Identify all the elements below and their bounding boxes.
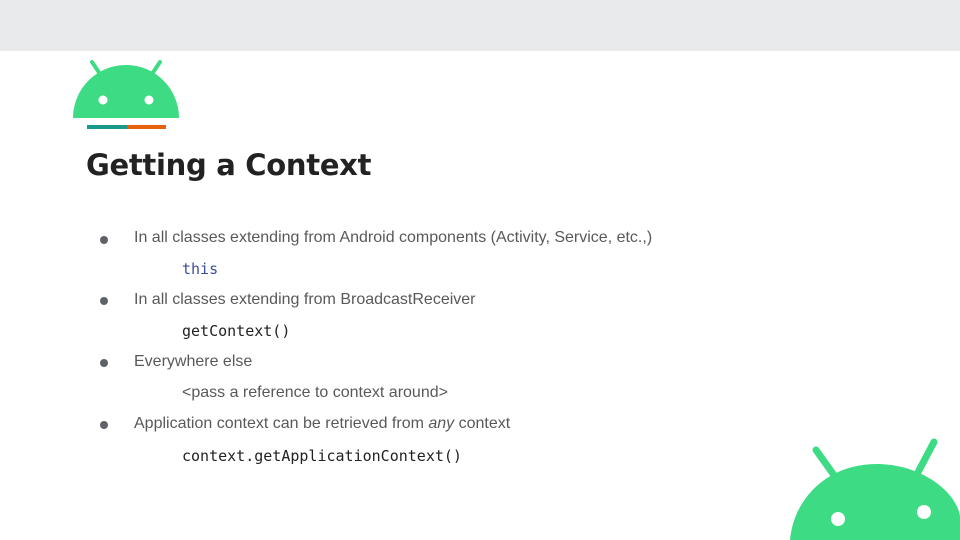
bullet-marker xyxy=(100,297,108,305)
bullet-text-after: context xyxy=(454,415,511,432)
code-get-application-context: context.getApplicationContext() xyxy=(182,447,462,465)
bullet-text-broadcast-receiver: In all classes extending from BroadcastR… xyxy=(134,291,476,308)
bullet-marker xyxy=(100,421,108,429)
code-this: this xyxy=(182,260,219,278)
bullet-marker xyxy=(100,359,108,367)
bullet-text-components: In all classes extending from Android co… xyxy=(134,229,653,246)
code-get-context: getContext() xyxy=(182,322,291,340)
bullet-marker xyxy=(100,236,108,244)
bullet-text-before: Application context can be retrieved fro… xyxy=(134,415,429,432)
android-head-icon xyxy=(790,438,960,540)
bullet-text-everywhere-else: Everywhere else xyxy=(134,353,253,370)
pass-reference-note: <pass a reference to context around> xyxy=(182,384,448,401)
bullet-text-emphasis: any xyxy=(428,415,455,432)
bullet-text-application-context: Application context can be retrieved fro… xyxy=(134,415,510,433)
